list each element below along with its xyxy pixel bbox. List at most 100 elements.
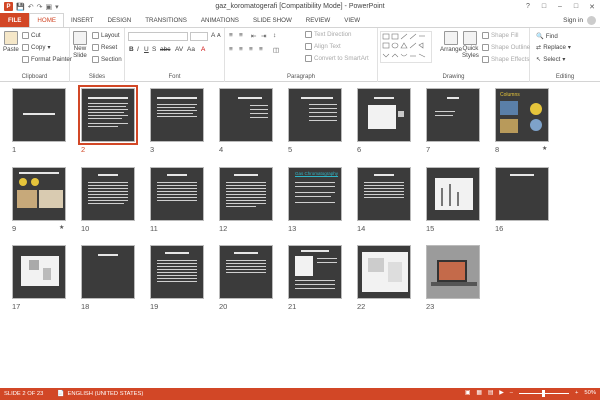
align-text-button[interactable]: Align Text <box>305 43 341 50</box>
sign-in-link[interactable]: Sign in <box>563 17 583 24</box>
line-spacing-icon[interactable]: ↕ <box>273 32 276 39</box>
zoom-in-icon[interactable]: + <box>575 390 578 396</box>
bold-icon[interactable]: B <box>129 46 134 53</box>
slideshow-start-icon[interactable]: ▣ <box>45 3 52 11</box>
italic-icon[interactable]: I <box>137 46 139 53</box>
reading-view-icon[interactable]: ▤ <box>488 390 493 396</box>
tab-file[interactable]: FILE <box>0 13 30 27</box>
tab-review[interactable]: REVIEW <box>299 13 337 27</box>
tab-insert[interactable]: INSERT <box>64 13 101 27</box>
copy-button[interactable]: Copy ▾ <box>22 44 51 51</box>
slide-thumbnail-10[interactable] <box>81 167 135 221</box>
slide-thumbnail-2[interactable] <box>78 85 138 145</box>
language-status[interactable]: 📄 ENGLISH (UNITED STATES) <box>43 391 143 397</box>
tab-design[interactable]: DESIGN <box>101 13 139 27</box>
normal-view-icon[interactable]: ▣ <box>465 390 470 396</box>
font-name-box[interactable] <box>128 32 188 41</box>
zoom-out-icon[interactable]: – <box>510 390 513 396</box>
shape-outline-button[interactable]: Shape Outline <box>482 44 530 51</box>
close-button[interactable]: ✕ <box>584 0 600 13</box>
tab-animations[interactable]: ANIMATIONS <box>194 13 246 27</box>
columns-icon[interactable]: ◫ <box>273 46 279 54</box>
paste-button[interactable]: Paste <box>3 31 19 53</box>
slide-thumbnail-17[interactable] <box>12 245 66 299</box>
minimize-button[interactable]: – <box>552 0 568 13</box>
slide-thumbnail-23[interactable] <box>426 245 480 299</box>
zoom-slider[interactable] <box>519 389 569 397</box>
shape-fill-button[interactable]: Shape Fill <box>482 32 519 39</box>
slide-thumbnail-21[interactable] <box>288 245 342 299</box>
slide-thumbnail-13[interactable]: Gas Chromatography <box>288 167 342 221</box>
slide-thumbnail-14[interactable] <box>357 167 411 221</box>
undo-icon[interactable]: ↶ <box>28 3 34 11</box>
slide-thumbnail-5[interactable] <box>288 88 342 142</box>
align-right-icon[interactable]: ≡ <box>249 46 253 53</box>
convert-to-smartart-button[interactable]: Convert to SmartArt <box>305 55 369 62</box>
slide-thumbnail-11[interactable] <box>150 167 204 221</box>
slide-thumbnail-1[interactable] <box>12 88 66 142</box>
slide-number: 5 <box>288 145 293 154</box>
shapes-gallery[interactable] <box>380 31 432 63</box>
slide-thumbnail-8[interactable]: Columns <box>495 88 549 142</box>
align-center-icon[interactable]: ≡ <box>239 46 243 53</box>
layout-button[interactable]: Layout <box>92 32 120 39</box>
slide-thumbnail-4[interactable] <box>219 88 273 142</box>
strikethrough-icon[interactable]: abc <box>160 46 170 53</box>
underline-icon[interactable]: U <box>144 46 149 53</box>
increase-font-icon[interactable]: A <box>211 32 215 39</box>
slide-thumbnail-15[interactable] <box>426 167 480 221</box>
align-left-icon[interactable]: ≡ <box>229 46 233 53</box>
slide-thumbnail-3[interactable] <box>150 88 204 142</box>
shape-effects-button[interactable]: Shape Effects <box>482 56 529 63</box>
find-button[interactable]: 🔍 Find <box>536 32 558 41</box>
text-direction-button[interactable]: Text Direction <box>305 31 351 38</box>
save-icon[interactable]: 💾 <box>16 3 25 11</box>
quick-styles-button[interactable]: Quick Styles <box>462 31 479 59</box>
slide-thumbnail-7[interactable] <box>426 88 480 142</box>
tab-view[interactable]: VIEW <box>337 13 367 27</box>
slide-thumbnail-6[interactable] <box>357 88 411 142</box>
character-spacing-icon[interactable]: AV <box>175 46 183 53</box>
numbering-icon[interactable]: ≡ <box>239 32 243 39</box>
font-size-box[interactable] <box>190 32 208 41</box>
avatar[interactable] <box>587 16 596 25</box>
maximize-button[interactable]: □ <box>568 0 584 13</box>
justify-icon[interactable]: ≡ <box>259 46 263 53</box>
tab-slide-show[interactable]: SLIDE SHOW <box>246 13 299 27</box>
zoom-level[interactable]: 50% <box>584 390 596 396</box>
tab-transitions[interactable]: TRANSITIONS <box>138 13 194 27</box>
bullets-icon[interactable]: ≡ <box>229 32 233 39</box>
help-button[interactable]: ? <box>520 0 536 13</box>
change-case-icon[interactable]: Aa <box>187 46 195 53</box>
font-color-icon[interactable]: A <box>201 46 205 53</box>
new-slide-button[interactable]: New Slide <box>73 31 87 59</box>
slide-thumbnail-16[interactable] <box>495 167 549 221</box>
redo-icon[interactable]: ↷ <box>37 3 43 11</box>
customize-qat-icon[interactable]: ▾ <box>55 3 59 11</box>
cut-button[interactable]: Cut <box>22 32 41 39</box>
slide-thumbnail-18[interactable] <box>81 245 135 299</box>
pen-icon <box>482 44 489 51</box>
zoom-slider-thumb[interactable] <box>542 389 545 397</box>
slide-thumbnail-20[interactable] <box>219 245 273 299</box>
arrange-button[interactable]: Arrange <box>440 31 462 53</box>
select-button[interactable]: ↖ Select ▾ <box>536 56 566 63</box>
slide-thumbnail-19[interactable] <box>150 245 204 299</box>
slideshow-view-icon[interactable]: ▶ <box>499 390 503 396</box>
replace-button[interactable]: ⇄ Replace ▾ <box>536 44 571 51</box>
slide-thumbnail-9[interactable] <box>12 167 66 221</box>
slide-thumbnail-22[interactable] <box>357 245 411 299</box>
ribbon-display-options-button[interactable]: □ <box>536 0 552 13</box>
shadow-icon[interactable]: S <box>152 46 156 53</box>
slide-count-status[interactable]: SLIDE 2 OF 23 <box>0 391 43 397</box>
format-painter-button[interactable]: Format Painter <box>22 56 72 63</box>
decrease-indent-icon[interactable]: ⇤ <box>251 32 256 40</box>
section-button[interactable]: Section <box>92 56 122 63</box>
reset-button[interactable]: Reset <box>92 44 117 51</box>
slide-thumbnail-12[interactable] <box>219 167 273 221</box>
increase-indent-icon[interactable]: ⇥ <box>261 32 266 40</box>
slide-sorter-view-icon[interactable]: ▦ <box>476 390 481 396</box>
tab-home[interactable]: HOME <box>29 13 64 27</box>
powerpoint-app-icon: P <box>4 2 13 11</box>
decrease-font-icon[interactable]: A <box>217 33 221 39</box>
